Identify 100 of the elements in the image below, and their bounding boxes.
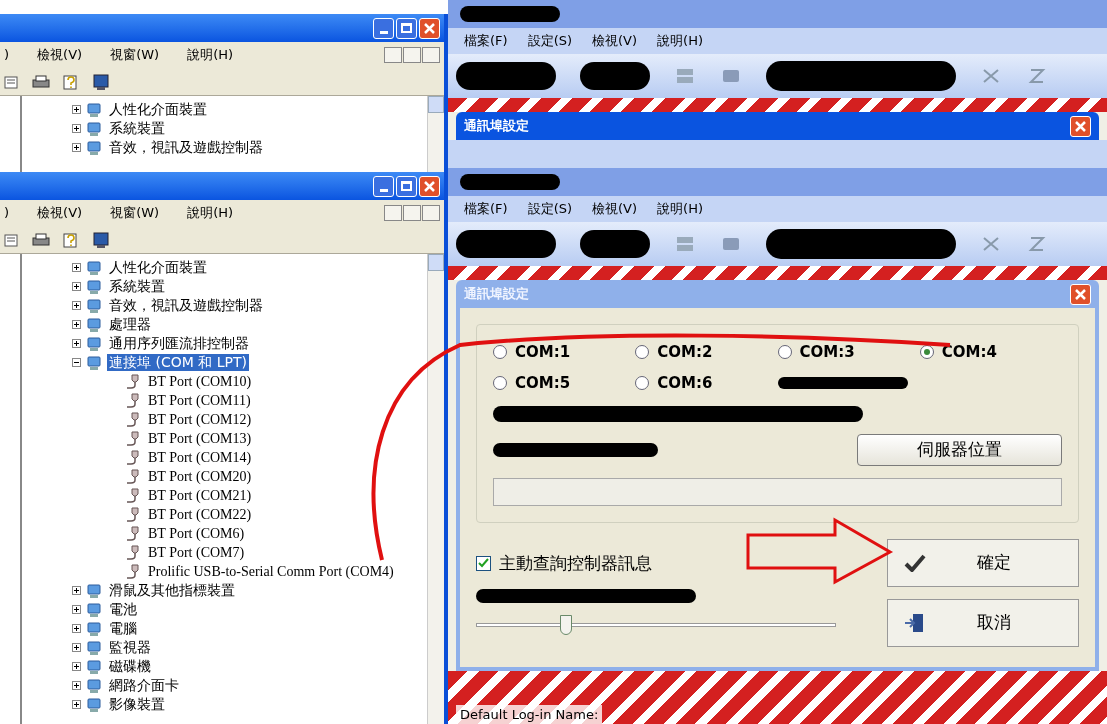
close-button[interactable] <box>419 175 440 197</box>
tree-item[interactable]: 滑鼠及其他指標裝置 <box>107 582 237 599</box>
port-radio[interactable]: COM:5 <box>493 371 636 394</box>
expand-box-icon[interactable] <box>72 320 81 329</box>
tree-item[interactable]: BT Port (COM20) <box>146 468 254 485</box>
mdi-minimize-button[interactable] <box>384 205 402 221</box>
maximize-button[interactable] <box>396 17 417 39</box>
maximize-button[interactable] <box>396 175 417 197</box>
tree-item[interactable]: BT Port (COM6) <box>146 525 247 542</box>
tree-item[interactable]: 監視器 <box>107 639 153 656</box>
ok-button[interactable]: 確定 <box>887 539 1079 587</box>
close-button[interactable] <box>1070 115 1091 137</box>
menu-item[interactable]: 檢視(V) <box>592 31 638 51</box>
tree-item[interactable]: 電腦 <box>107 620 139 637</box>
expand-box-icon[interactable] <box>72 282 81 291</box>
monitor-icon[interactable] <box>92 72 110 91</box>
help-icon[interactable] <box>62 230 80 249</box>
port-radio[interactable]: COM:2 <box>635 341 778 364</box>
expand-box-icon[interactable] <box>72 105 81 114</box>
printer-icon[interactable] <box>32 231 50 248</box>
expand-box-icon[interactable] <box>72 643 81 652</box>
text-field[interactable] <box>493 478 1062 506</box>
port-radio[interactable]: COM:1 <box>493 341 636 364</box>
menu-item[interactable]: 檢視(V) <box>37 45 83 65</box>
tool-icon[interactable] <box>1026 66 1048 86</box>
expand-box-icon[interactable] <box>72 700 81 709</box>
expand-box-icon[interactable] <box>72 624 81 633</box>
tree-item[interactable]: 人性化介面裝置 <box>107 259 209 276</box>
tool-icon[interactable] <box>1026 234 1048 254</box>
expand-box-icon[interactable] <box>72 143 81 152</box>
tree-item[interactable]: BT Port (COM13) <box>146 430 254 447</box>
menu-item[interactable]: 檢視(V) <box>592 199 638 219</box>
minimize-button[interactable] <box>373 175 394 197</box>
collapse-box-icon[interactable] <box>72 358 81 367</box>
tree-item[interactable]: 連接埠 (COM 和 LPT) <box>107 354 249 371</box>
menu-item[interactable]: 說明(H) <box>187 203 234 223</box>
tree-item[interactable]: BT Port (COM7) <box>146 544 247 561</box>
tree-item[interactable]: 處理器 <box>107 316 153 333</box>
tree-item[interactable]: BT Port (COM10) <box>146 373 254 390</box>
menu-item[interactable]: 說明(H) <box>657 199 703 219</box>
tree-item[interactable]: 音效，視訊及遊戲控制器 <box>107 297 265 314</box>
expand-box-icon[interactable] <box>72 124 81 133</box>
menu-item[interactable]: 說明(H) <box>187 45 234 65</box>
poll-checkbox[interactable]: 主動查詢控制器訊息 <box>476 551 871 577</box>
tree-item[interactable]: BT Port (COM21) <box>146 487 254 504</box>
tree-item[interactable]: Prolific USB-to-Serial Comm Port (COM4) <box>146 563 396 580</box>
expand-box-icon[interactable] <box>72 586 81 595</box>
tree-item[interactable]: 通用序列匯流排控制器 <box>107 335 251 352</box>
scrollbar[interactable] <box>427 96 444 172</box>
tree-item[interactable]: BT Port (COM11) <box>146 392 253 409</box>
expand-box-icon[interactable] <box>72 263 81 272</box>
server-icon[interactable] <box>720 235 742 253</box>
help-icon[interactable] <box>62 72 80 91</box>
expand-box-icon[interactable] <box>72 339 81 348</box>
tree-item[interactable]: BT Port (COM22) <box>146 506 254 523</box>
scrollbar[interactable] <box>427 254 444 724</box>
tree-item[interactable]: 人性化介面裝置 <box>107 101 209 118</box>
mdi-close-button[interactable] <box>422 47 440 63</box>
tree-item[interactable]: 系統裝置 <box>107 278 167 295</box>
menu-item[interactable]: 視窗(W) <box>110 45 160 65</box>
menu-item[interactable]: 檢視(V) <box>37 203 83 223</box>
tree-item[interactable]: 電池 <box>107 601 139 618</box>
cancel-button[interactable]: 取消 <box>887 599 1079 647</box>
tree-item[interactable]: 系統裝置 <box>107 120 167 137</box>
port-radio[interactable]: COM:6 <box>635 371 778 394</box>
monitor-icon[interactable] <box>92 230 110 249</box>
server-icon[interactable] <box>720 67 742 85</box>
expand-box-icon[interactable] <box>72 662 81 671</box>
tree-item[interactable]: 磁碟機 <box>107 658 153 675</box>
menu-item[interactable]: 設定(S) <box>527 31 573 51</box>
slider-thumb[interactable] <box>560 614 572 635</box>
mdi-restore-button[interactable] <box>403 47 421 63</box>
minimize-button[interactable] <box>373 17 394 39</box>
menu-item[interactable]: 檔案(F) <box>464 199 508 219</box>
close-button[interactable] <box>419 17 440 39</box>
server-location-button[interactable]: 伺服器位置 <box>857 434 1062 466</box>
menu-item[interactable]: 說明(H) <box>657 31 703 51</box>
properties-icon[interactable] <box>4 73 20 90</box>
tree-item[interactable]: 音效，視訊及遊戲控制器 <box>107 139 265 156</box>
tree-item[interactable]: BT Port (COM12) <box>146 411 254 428</box>
port-radio[interactable]: COM:4 <box>919 341 1062 364</box>
mdi-minimize-button[interactable] <box>384 47 402 63</box>
port-radio[interactable]: COM:3 <box>777 341 920 364</box>
expand-box-icon[interactable] <box>72 681 81 690</box>
mdi-restore-button[interactable] <box>403 205 421 221</box>
slider-track[interactable] <box>476 614 836 635</box>
tree-item[interactable]: 網路介面卡 <box>107 677 181 694</box>
expand-box-icon[interactable] <box>72 605 81 614</box>
menu-item[interactable]: 檔案(F) <box>464 31 508 51</box>
printer-icon[interactable] <box>32 73 50 90</box>
close-button[interactable] <box>1070 283 1091 305</box>
tree-item[interactable]: 影像裝置 <box>107 696 167 713</box>
menu-item[interactable]: ) <box>4 203 10 223</box>
menu-item[interactable]: 視窗(W) <box>110 203 160 223</box>
menu-item[interactable]: ) <box>4 45 10 65</box>
properties-icon[interactable] <box>4 231 20 248</box>
expand-box-icon[interactable] <box>72 301 81 310</box>
tree-item[interactable]: BT Port (COM14) <box>146 449 254 466</box>
menu-item[interactable]: 設定(S) <box>527 199 573 219</box>
mdi-close-button[interactable] <box>422 205 440 221</box>
